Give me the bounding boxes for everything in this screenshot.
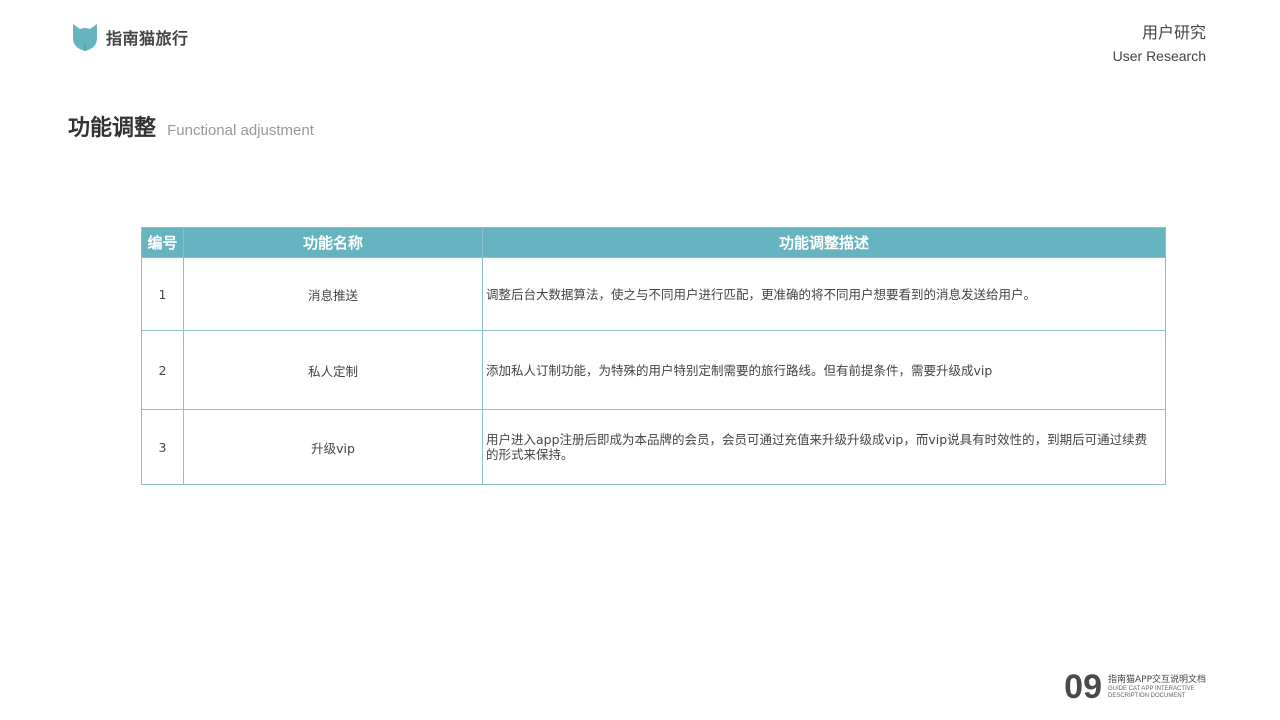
cell-function-name: 消息推送 (183, 257, 483, 331)
section-title-en: User Research (1112, 48, 1206, 64)
footer-title-en-line1: GUIDE CAT APP INTERACTIVE (1107, 686, 1195, 692)
page-footer: 09 指南猫APP交互说明文档 GUIDE CAT APP INTERACTIV… (1064, 668, 1206, 706)
section-title-cn: 用户研究 (1141, 23, 1206, 42)
cell-number: 3 (141, 409, 184, 485)
table-header-row: 编号 功能名称 功能调整描述 (141, 227, 1166, 258)
page-title: 功能调整 (68, 116, 157, 141)
column-header-description: 功能调整描述 (482, 227, 1166, 258)
cat-logo-icon (73, 24, 97, 51)
page-number: 09 (1064, 668, 1102, 706)
column-header-function-name: 功能名称 (183, 227, 483, 258)
cell-function-name: 升级vip (183, 409, 483, 485)
footer-title-cn: 指南猫APP交互说明文档 (1107, 675, 1206, 685)
cell-description: 用户进入app注册后即成为本品牌的会员，会员可通过充值来升级升级成vip，而vi… (482, 409, 1166, 485)
column-header-number: 编号 (141, 227, 184, 258)
section-label: 用户研究 User Research (1113, 22, 1206, 66)
function-adjustment-table: 编号 功能名称 功能调整描述 1 消息推送 调整后台大数据算法，使之与不同用户进… (141, 227, 1166, 485)
cell-number: 2 (141, 330, 184, 410)
page-subtitle: Functional adjustment (167, 122, 314, 139)
footer-title-en-line2: DESCRIPTION DOCUMENT (1107, 693, 1186, 699)
page-heading: 功能调整 Functional adjustment (68, 110, 314, 142)
table-row: 3 升级vip 用户进入app注册后即成为本品牌的会员，会员可通过充值来升级升级… (141, 409, 1166, 485)
footer-doc-title: 指南猫APP交互说明文档 GUIDE CAT APP INTERACTIVE D… (1108, 674, 1206, 700)
table-row: 2 私人定制 添加私人订制功能，为特殊的用户特别定制需要的旅行路线。但有前提条件… (141, 330, 1166, 410)
brand-logo: 指南猫旅行 (72, 22, 189, 52)
table-row: 1 消息推送 调整后台大数据算法，使之与不同用户进行匹配，更准确的将不同用户想要… (141, 257, 1166, 331)
cell-description: 调整后台大数据算法，使之与不同用户进行匹配，更准确的将不同用户想要看到的消息发送… (482, 257, 1166, 331)
cell-description: 添加私人订制功能，为特殊的用户特别定制需要的旅行路线。但有前提条件，需要升级成v… (482, 330, 1166, 410)
cell-function-name: 私人定制 (183, 330, 483, 410)
brand-name: 指南猫旅行 (106, 29, 189, 48)
cell-number: 1 (141, 257, 184, 331)
